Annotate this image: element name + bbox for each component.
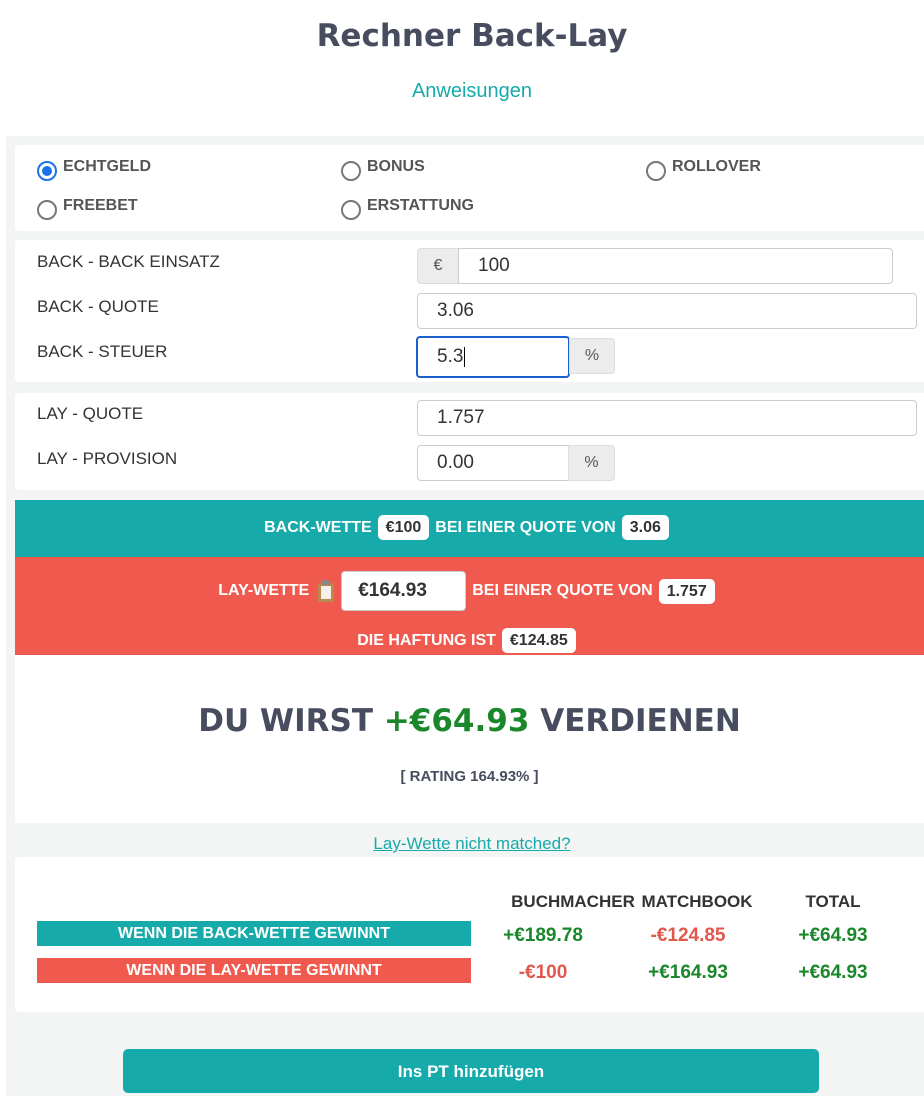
value-back-total: +€64.93 — [798, 925, 868, 946]
back-tax-value: 5.3 — [437, 346, 464, 367]
radio-button-icon[interactable] — [341, 161, 361, 181]
clipboard-icon[interactable] — [317, 580, 335, 602]
lay-odds-input[interactable]: 1.757 — [417, 400, 917, 436]
row-label-back-wins: WENN DIE BACK-WETTE GEWINNT — [37, 921, 471, 946]
back-bet-label: BACK-WETTE — [264, 518, 372, 536]
liability-label: DIE HAFTUNG IST — [357, 631, 496, 649]
back-bet-summary: BACK-WETTE €100 BEI EINER QUOTE VON 3.06 — [15, 500, 924, 557]
lay-odds-label: LAY - QUOTE — [37, 404, 144, 423]
back-tax-input[interactable]: 5.3 — [416, 336, 570, 378]
radio-erstattung[interactable]: ERSTATTUNG — [341, 196, 474, 220]
currency-addon: € — [417, 248, 459, 284]
radio-label: FREEBET — [63, 197, 138, 214]
back-odds-label: BACK - QUOTE — [37, 297, 159, 316]
back-odds-pill: 3.06 — [621, 515, 669, 540]
page-title: Rechner Back-Lay — [316, 18, 628, 54]
lay-commission-unit: % — [568, 445, 615, 481]
text-cursor — [464, 346, 466, 367]
lay-odds-pill: 1.757 — [658, 578, 715, 604]
add-to-pt-button[interactable]: Ins PT hinzufügen — [123, 1049, 819, 1093]
radio-bonus[interactable]: BONUS — [341, 157, 425, 181]
profit-value: +€64.93 — [383, 703, 530, 739]
column-header-matchbook: MATCHBOOK — [641, 892, 753, 911]
rating: [ RATING 164.93% ] — [400, 768, 539, 785]
value-lay-matchbook: +€164.93 — [648, 962, 728, 983]
back-tax-unit: % — [569, 338, 615, 374]
lay-commission-label: LAY - PROVISION — [37, 449, 178, 468]
value-back-matchbook: -€124.85 — [650, 925, 726, 946]
radio-label: BONUS — [367, 158, 425, 175]
back-stake-input[interactable]: 100 — [458, 248, 893, 284]
lay-not-matched-link[interactable]: Lay-Wette nicht matched? — [0, 834, 924, 854]
lay-card: LAY - QUOTE 1.757 LAY - PROVISION 0.00 % — [15, 393, 924, 490]
back-card: BACK - BACK EINSATZ € 100 BACK - QUOTE 3… — [15, 240, 924, 382]
radio-label: ERSTATTUNG — [367, 197, 474, 214]
at-odds-label: BEI EINER QUOTE VON — [435, 518, 616, 536]
lay-commission-input[interactable]: 0.00 — [417, 445, 569, 481]
liability-amount: €124.85 — [501, 628, 576, 653]
value-back-bookmaker: +€189.78 — [503, 925, 583, 946]
breakdown-card: BUCHMACHER MATCHBOOK TOTAL WENN DIE BACK… — [15, 857, 924, 1012]
radio-label: ROLLOVER — [672, 158, 761, 175]
radio-freebet[interactable]: FREEBET — [37, 196, 138, 220]
radio-button-icon[interactable] — [37, 161, 57, 181]
radio-button-icon[interactable] — [37, 200, 57, 220]
bet-type-card: ECHTGELD BONUS ROLLOVER FREEBET ERSTATTU… — [15, 145, 924, 231]
result-card: DU WIRST +€64.93 VERDIENEN [ RATING 164.… — [15, 655, 924, 823]
instructions-link[interactable]: Anweisungen — [0, 80, 924, 103]
value-lay-total: +€64.93 — [798, 962, 868, 983]
radio-rollover[interactable]: ROLLOVER — [646, 157, 761, 181]
row-label-lay-wins: WENN DIE LAY-WETTE GEWINNT — [37, 958, 471, 983]
profit-headline: DU WIRST +€64.93 VERDIENEN — [198, 703, 741, 739]
lay-stake-field[interactable]: €164.93 — [341, 571, 467, 611]
lay-bet-summary: LAY-WETTE €164.93 BEI EINER QUOTE VON 1.… — [15, 557, 924, 655]
value-lay-bookmaker: -€100 — [518, 962, 568, 983]
back-odds-input[interactable]: 3.06 — [417, 293, 917, 329]
radio-button-icon[interactable] — [341, 200, 361, 220]
radio-echtgeld[interactable]: ECHTGELD — [37, 157, 151, 181]
back-bet-amount: €100 — [377, 515, 430, 540]
lay-bet-label: LAY-WETTE — [218, 582, 310, 599]
at-odds-label: BEI EINER QUOTE VON — [472, 582, 653, 599]
radio-button-icon[interactable] — [646, 161, 666, 181]
radio-label: ECHTGELD — [63, 158, 151, 175]
back-stake-label: BACK - BACK EINSATZ — [37, 252, 220, 271]
back-tax-label: BACK - STEUER — [37, 342, 168, 361]
column-header-total: TOTAL — [805, 892, 861, 911]
